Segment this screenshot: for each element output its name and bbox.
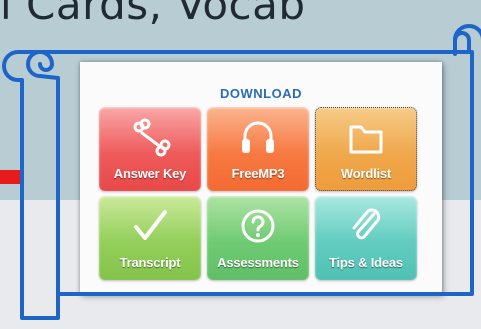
scroll-frame [2, 24, 481, 320]
